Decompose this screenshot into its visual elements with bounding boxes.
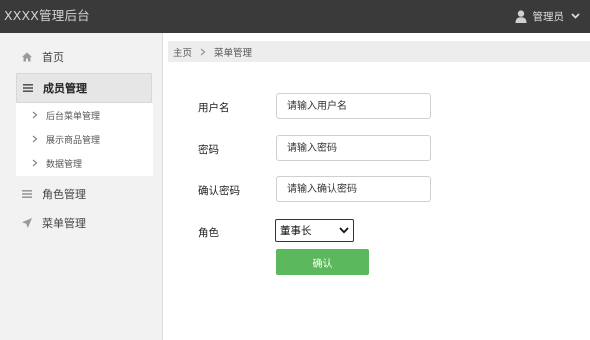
home-icon xyxy=(22,52,32,62)
sidebar-item-label: 首页 xyxy=(42,51,64,64)
top-bar: XXXX管理后台 管理员 xyxy=(0,0,590,33)
app-title: XXXX管理后台 xyxy=(4,8,90,23)
sidebar: 首页 成员管理 后台菜单管理 展示商品管理 数据管理 角色管理 菜单管理 xyxy=(0,33,163,340)
sidebar-item-menus[interactable]: 菜单管理 xyxy=(16,210,152,236)
sidebar-item-label: 角色管理 xyxy=(42,188,86,201)
submenu-item-label: 展示商品管理 xyxy=(46,135,101,146)
password-input[interactable] xyxy=(276,135,431,161)
confirm-button[interactable]: 确认 xyxy=(276,249,369,275)
username-input[interactable] xyxy=(276,93,431,119)
send-icon xyxy=(22,218,32,228)
breadcrumb-current: 菜单管理 xyxy=(214,47,253,59)
sidebar-item-label: 菜单管理 xyxy=(42,217,86,230)
password-label: 密码 xyxy=(198,144,219,156)
chevron-right-icon xyxy=(32,135,38,143)
confirm-password-label: 确认密码 xyxy=(198,185,240,197)
user-menu[interactable]: 管理员 xyxy=(515,8,581,24)
role-select-value: 董事长 xyxy=(280,225,312,237)
list-icon xyxy=(23,84,33,92)
submenu-item-label: 数据管理 xyxy=(46,159,83,170)
chevron-right-icon xyxy=(32,159,38,167)
submenu-item-backend-menu[interactable]: 后台菜单管理 xyxy=(16,105,153,125)
role-label: 角色 xyxy=(198,227,219,239)
chevron-down-icon xyxy=(339,227,349,234)
sidebar-item-members[interactable]: 成员管理 xyxy=(16,73,152,103)
breadcrumb: 主页 菜单管理 xyxy=(168,41,590,62)
list-icon xyxy=(22,190,32,198)
confirm-password-input[interactable] xyxy=(276,176,431,202)
submenu-item-data[interactable]: 数据管理 xyxy=(16,153,153,173)
submenu-item-label: 后台菜单管理 xyxy=(46,111,101,122)
sidebar-item-home[interactable]: 首页 xyxy=(16,44,152,70)
breadcrumb-home[interactable]: 主页 xyxy=(173,45,192,59)
chevron-right-icon xyxy=(200,48,206,55)
user-icon xyxy=(515,9,526,23)
role-select[interactable]: 董事长 xyxy=(275,219,354,242)
user-name: 管理员 xyxy=(532,10,565,23)
sidebar-item-roles[interactable]: 角色管理 xyxy=(16,181,152,207)
username-label: 用户名 xyxy=(198,102,230,114)
caret-down-icon xyxy=(571,13,580,19)
submenu: 后台菜单管理 展示商品管理 数据管理 xyxy=(16,103,153,176)
sidebar-item-label: 成员管理 xyxy=(43,82,87,95)
submenu-item-products[interactable]: 展示商品管理 xyxy=(16,129,153,149)
chevron-right-icon xyxy=(32,111,38,119)
